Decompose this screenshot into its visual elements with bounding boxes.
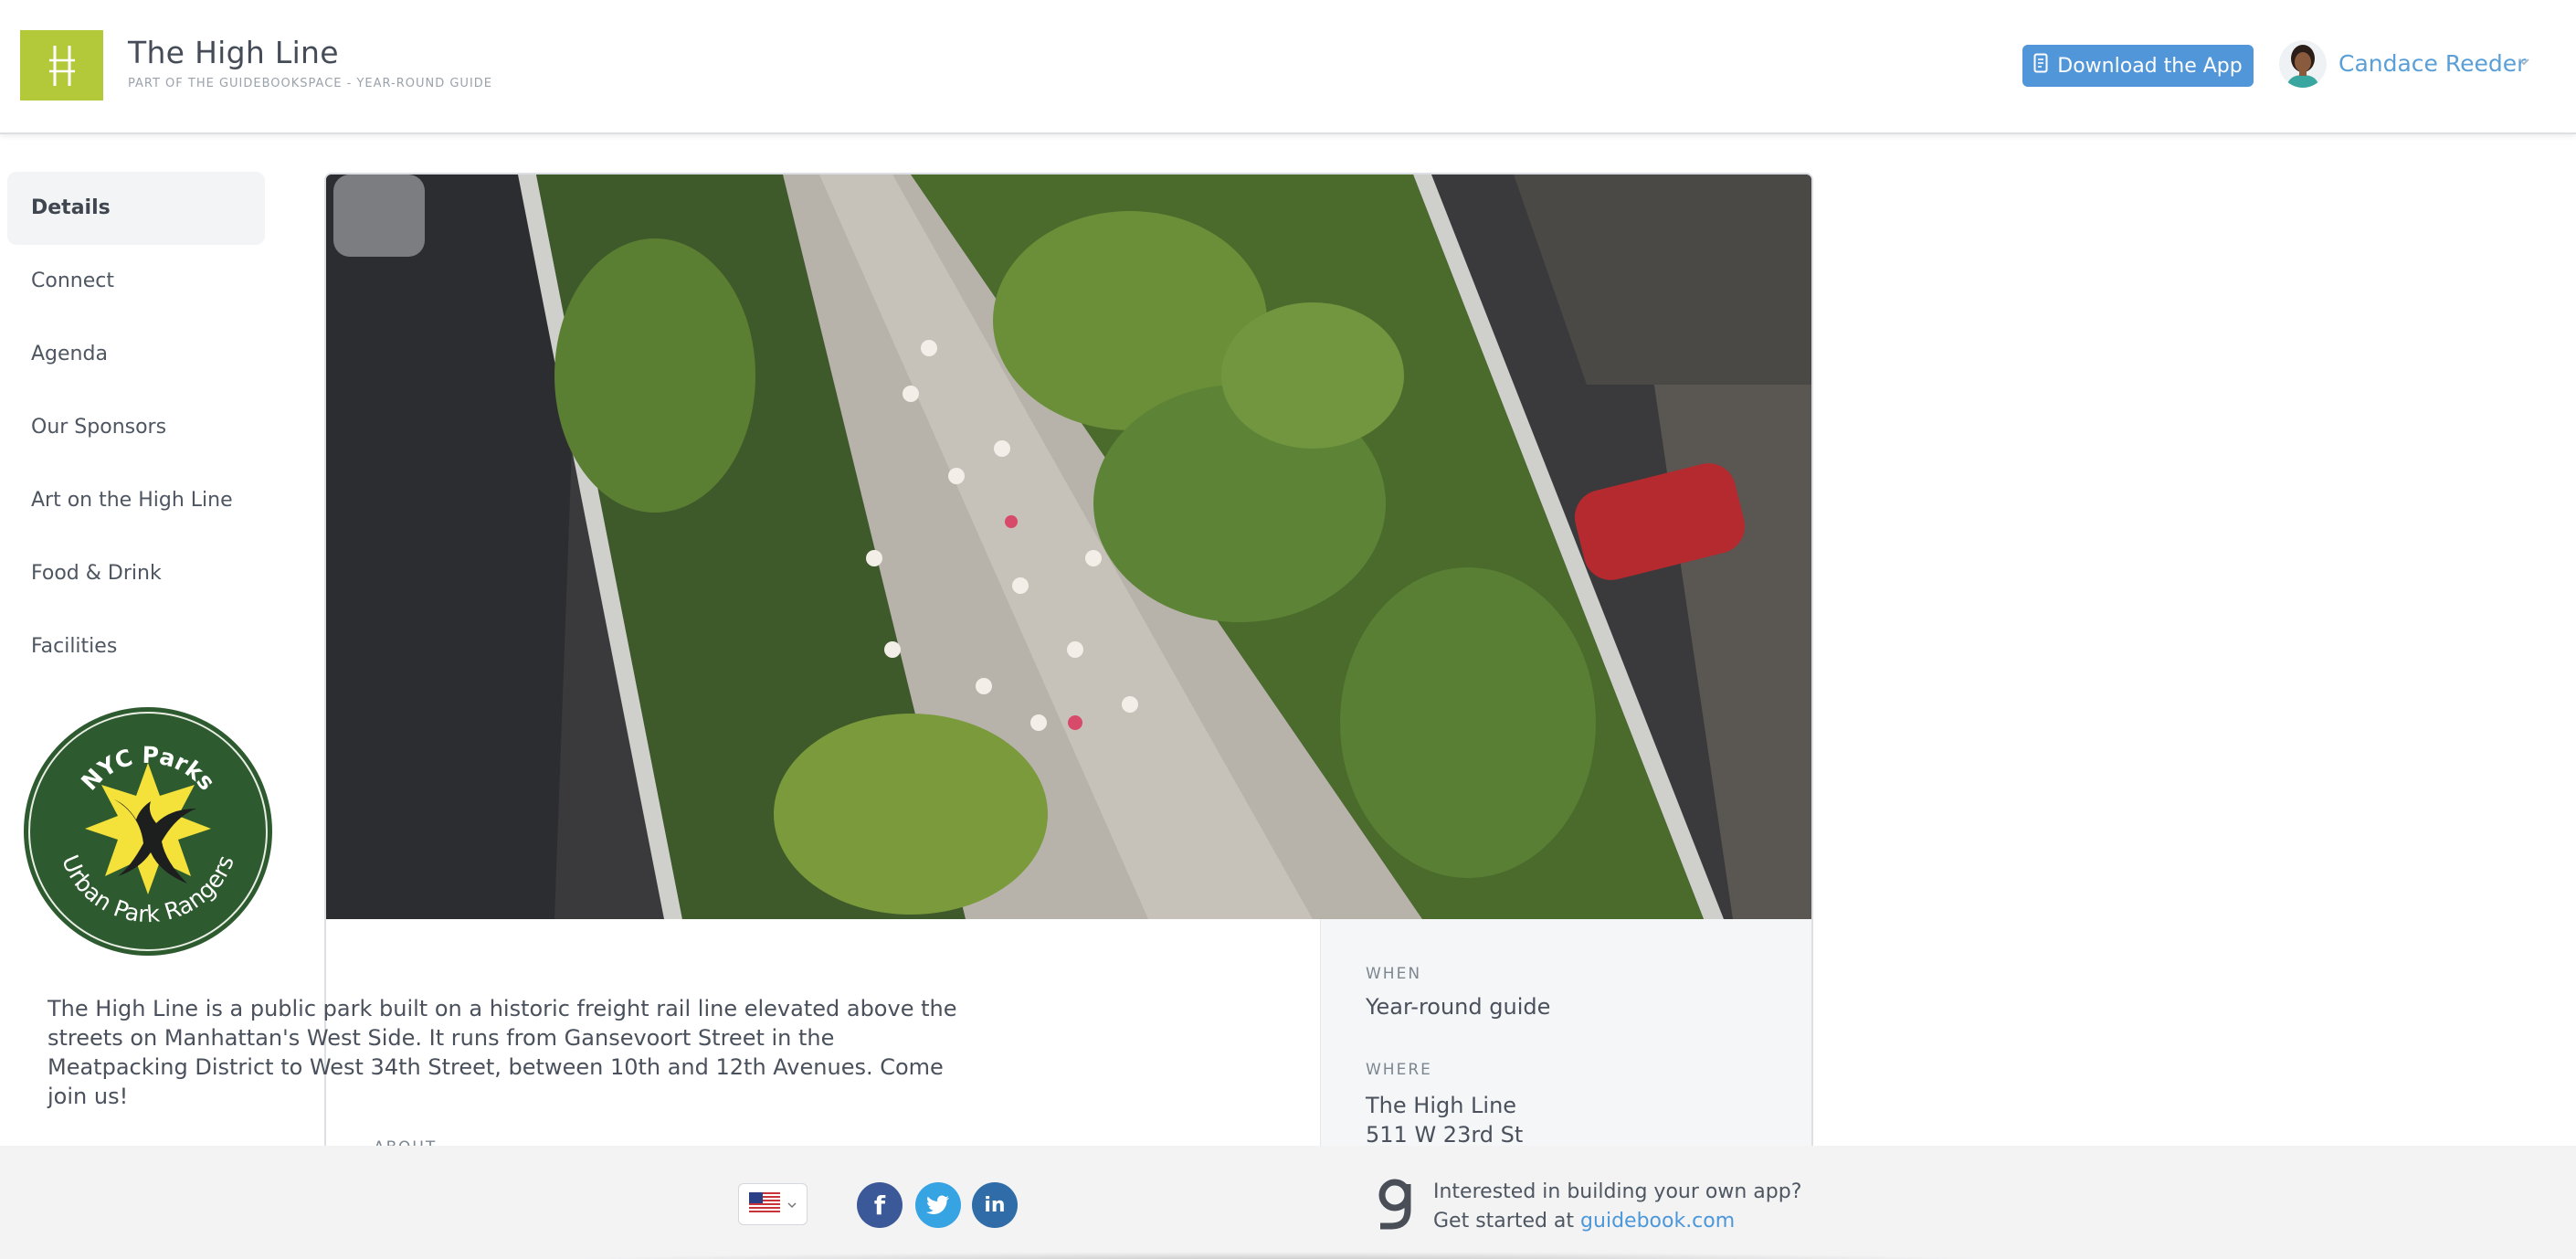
guidebook-link[interactable]: guidebook.com (1580, 1210, 1735, 1233)
hero-image (326, 175, 1811, 919)
avatar[interactable] (2279, 40, 2327, 88)
app-title: The High Line (128, 35, 339, 70)
chevron-down-icon (787, 1196, 797, 1213)
chevron-down-icon[interactable] (2518, 55, 2530, 68)
download-app-button[interactable]: Download the App (2022, 45, 2254, 87)
guidebook-g-icon[interactable] (1373, 1177, 1419, 1230)
download-app-label: Download the App (2057, 54, 2243, 78)
nyc-parks-badge: NYC Parks Urban Park Rangers (23, 706, 273, 957)
sidebar-item-connect[interactable]: Connect (7, 245, 265, 318)
when-value: Year-round guide (1366, 994, 1551, 1020)
page-footer: f in Interested in building your own app… (0, 1146, 2576, 1259)
language-select[interactable] (738, 1183, 808, 1225)
about-text: The High Line is a public park built on … (48, 996, 957, 1109)
where-label: WHERE (1366, 1061, 1432, 1079)
sidebar-nav: Details Connect Agenda Our Sponsors Art … (7, 172, 265, 683)
footer-promo-prefix: Get started at (1433, 1210, 1581, 1233)
sidebar-item-our-sponsors[interactable]: Our Sponsors (7, 391, 265, 464)
phone-icon (2033, 53, 2048, 79)
app-subtitle: PART OF THE GUIDEBOOKSPACE - YEAR-ROUND … (128, 77, 493, 90)
sidebar-item-agenda[interactable]: Agenda (7, 318, 265, 391)
high-line-logo-icon[interactable] (20, 30, 103, 101)
footer-promo-cta: Get started at guidebook.com (1433, 1210, 1735, 1233)
us-flag-icon (749, 1192, 780, 1216)
user-name[interactable]: Candace Reeder (2338, 50, 2526, 77)
sidebar-item-facilities[interactable]: Facilities (7, 610, 265, 683)
sidebar-item-food-drink[interactable]: Food & Drink (7, 537, 265, 610)
sidebar-item-details[interactable]: Details (7, 172, 265, 245)
app-header: The High Line PART OF THE GUIDEBOOKSPACE… (0, 0, 2576, 134)
where-venue-name: The High Line (1366, 1093, 1517, 1118)
facebook-icon[interactable]: f (857, 1182, 903, 1228)
twitter-icon[interactable] (915, 1182, 961, 1228)
footer-shadow (548, 1252, 2010, 1259)
when-label: WHEN (1366, 965, 1422, 983)
where-address: 511 W 23rd St (1366, 1122, 1524, 1148)
linkedin-icon[interactable]: in (972, 1182, 1018, 1228)
footer-promo-text: Interested in building your own app? (1433, 1180, 1802, 1203)
sidebar-item-art-on-the-high-line[interactable]: Art on the High Line (7, 464, 265, 537)
